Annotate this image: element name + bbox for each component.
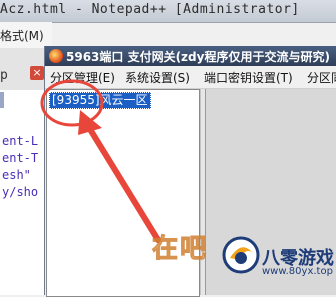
annotation-circle <box>40 79 104 127</box>
watermark-site-url: www.80yx.top <box>262 266 333 277</box>
watermark-swirl-icon <box>222 236 260 274</box>
annotation-arrow-shaft <box>85 123 161 243</box>
watermark-logo-text: 在吧 <box>151 234 209 265</box>
